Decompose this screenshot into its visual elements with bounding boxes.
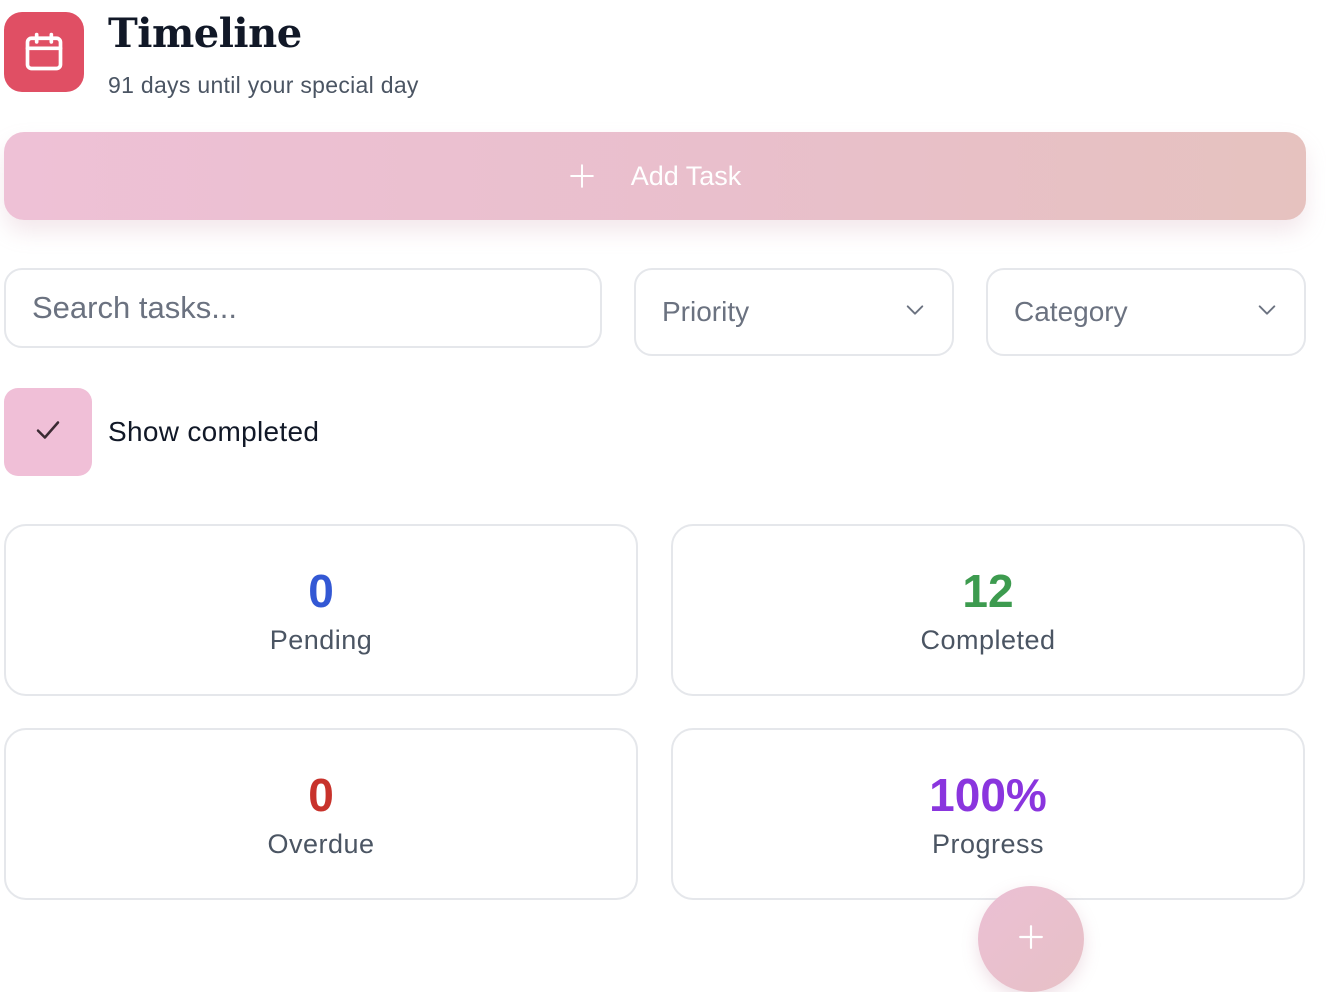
pending-count: 0 — [308, 564, 334, 617]
completed-label: Completed — [920, 624, 1056, 655]
floating-add-button[interactable] — [978, 886, 1084, 992]
show-completed-toggle[interactable]: Show completed — [4, 388, 319, 476]
plus-icon — [569, 163, 595, 189]
completed-stat-card: 12 Completed — [671, 524, 1305, 696]
title-block: Timeline 91 days until your special day — [108, 12, 419, 99]
chevron-down-icon — [1256, 296, 1278, 328]
priority-select[interactable]: Priority — [634, 268, 954, 356]
progress-percent: 100% — [929, 768, 1047, 821]
category-select[interactable]: Category — [986, 268, 1306, 356]
show-completed-label: Show completed — [108, 416, 320, 447]
overdue-label: Overdue — [267, 828, 375, 859]
overdue-stat-card: 0 Overdue — [4, 728, 638, 900]
add-task-button[interactable]: Add Task — [4, 132, 1306, 220]
check-icon — [33, 415, 63, 450]
show-completed-checkbox[interactable] — [4, 388, 92, 476]
search-input[interactable] — [4, 268, 602, 348]
priority-select-label: Priority — [662, 296, 750, 327]
category-select-label: Category — [1014, 296, 1128, 327]
countdown-subtitle: 91 days until your special day — [108, 72, 419, 98]
progress-stat-card: 100% Progress — [671, 728, 1305, 900]
calendar-icon — [4, 12, 84, 92]
pending-label: Pending — [269, 624, 373, 655]
progress-label: Progress — [931, 828, 1045, 859]
pending-stat-card: 0 Pending — [4, 524, 638, 696]
plus-icon — [1018, 924, 1044, 955]
completed-count: 12 — [962, 564, 1014, 617]
chevron-down-icon — [904, 296, 926, 328]
overdue-count: 0 — [308, 768, 334, 821]
add-task-label: Add Task — [630, 160, 742, 191]
page-header: Timeline 91 days until your special day — [4, 12, 419, 99]
page-title: Timeline — [108, 10, 302, 57]
